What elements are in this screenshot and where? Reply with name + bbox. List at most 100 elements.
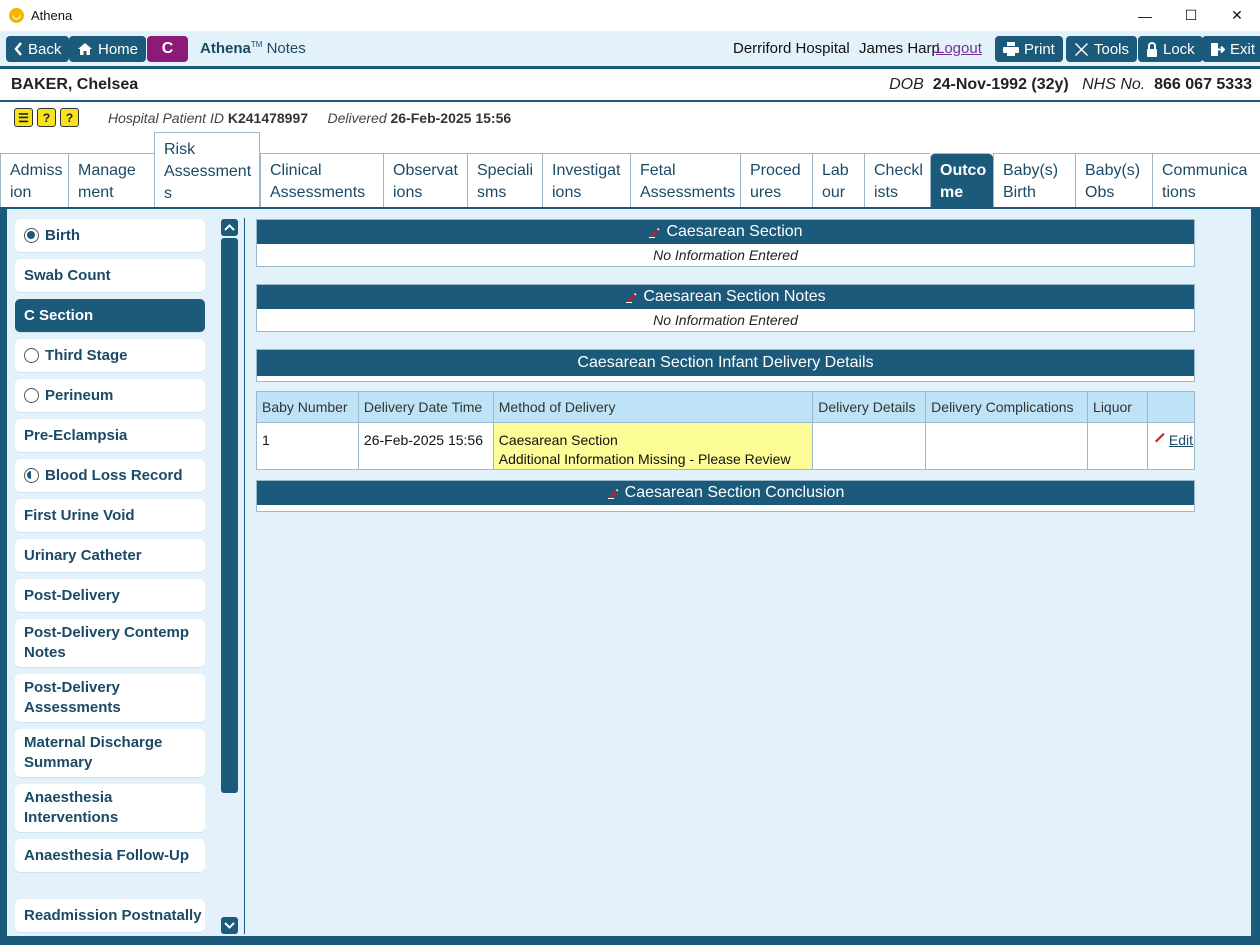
sidebar-item-label: Anaesthesia Interventions	[24, 789, 119, 826]
alert-question-icon[interactable]: ?	[37, 108, 56, 127]
tab-labour[interactable]: Lab our	[812, 153, 864, 208]
tab-label: Speciali	[477, 162, 534, 179]
alert-icons: ☰ ? ?	[14, 108, 79, 127]
sidebar-item-swab-count[interactable]: Swab Count	[15, 259, 205, 292]
tab-babys-birth[interactable]: Baby(s) Birth	[993, 153, 1075, 208]
c-badge-button[interactable]: C	[147, 36, 188, 62]
minimize-button[interactable]: —	[1122, 0, 1168, 31]
sidebar-item-c-section[interactable]: C Section	[15, 299, 205, 332]
close-window-button[interactable]: ✕	[1214, 0, 1260, 31]
tools-button[interactable]: Tools	[1066, 36, 1138, 62]
sidebar-item-readmission-postnatally[interactable]: Readmission Postnatally	[15, 899, 205, 932]
sidebar-item-label: Anaesthesia Follow-Up	[24, 846, 190, 864]
tab-label: Observat	[393, 162, 458, 179]
tab-label: s	[164, 185, 172, 202]
nhs-value: 866 067 5333	[1154, 76, 1252, 93]
sidebar-item-label: Swab Count	[24, 266, 111, 284]
home-label: Home	[98, 40, 139, 58]
sidebar-item-anaesthesia-interventions[interactable]: Anaesthesia Interventions	[15, 784, 205, 832]
tab-communications[interactable]: Communica tions	[1152, 153, 1260, 208]
method-warning: Additional Information Missing - Please …	[498, 451, 791, 467]
tab-label: Obs	[1085, 184, 1115, 201]
column-header: Delivery Date Time	[357, 391, 494, 423]
tab-admission[interactable]: Admiss ion	[0, 153, 68, 208]
tab-procedures[interactable]: Proced ures	[740, 153, 812, 208]
hospital-id-label: Hospital Patient ID	[108, 110, 224, 126]
print-button[interactable]: Print	[995, 36, 1063, 62]
tab-management[interactable]: Manage ment	[68, 153, 154, 208]
section-title: Caesarean Section	[666, 223, 803, 240]
home-button[interactable]: Home	[69, 36, 147, 62]
tab-investigations[interactable]: Investigat ions	[542, 153, 630, 208]
scroll-up-button[interactable]	[221, 219, 238, 236]
delivery-details-cell	[812, 422, 927, 470]
tab-risk-assessments[interactable]: Risk Assessment s	[154, 132, 260, 208]
print-label: Print	[1024, 40, 1055, 58]
sidebar-item-perineum[interactable]: Perineum	[15, 379, 205, 412]
section-header[interactable]: Caesarean Section	[257, 220, 1194, 244]
logout-link[interactable]: Logout	[936, 40, 982, 57]
tab-babys-obs[interactable]: Baby(s) Obs	[1075, 153, 1152, 208]
alert-question-icon[interactable]: ?	[60, 108, 79, 127]
section-header[interactable]: Caesarean Section Notes	[257, 285, 1194, 309]
section-header[interactable]: Caesarean Section Conclusion	[257, 481, 1194, 505]
tab-fetal-assessments[interactable]: Fetal Assessments	[630, 153, 740, 208]
tab-label: ions	[393, 184, 423, 201]
sidebar-item-post-delivery-assessments[interactable]: Post-Delivery Assessments	[15, 674, 205, 722]
brand-tm: TM	[250, 40, 263, 49]
delivery-complications-cell	[925, 422, 1089, 470]
sidebar-item-blood-loss-record[interactable]: Blood Loss Record	[15, 459, 205, 492]
tab-label: Assessments	[640, 184, 736, 201]
edit-link[interactable]: Edit	[1169, 432, 1193, 448]
tab-label: Assessments	[270, 184, 366, 201]
lock-button[interactable]: Lock	[1138, 36, 1203, 62]
tab-label: sms	[477, 184, 507, 201]
scroll-down-button[interactable]	[221, 917, 238, 934]
baby-number-cell: 1	[256, 422, 359, 470]
sidebar-item-label: Readmission Postnatally	[24, 906, 202, 924]
tab-specialisms[interactable]: Speciali sms	[467, 153, 542, 208]
caesarean-section-conclusion-panel: Caesarean Section Conclusion	[256, 480, 1195, 512]
sidebar-item-anaesthesia-follow-up[interactable]: Anaesthesia Follow-Up	[15, 839, 205, 872]
sidebar-item-maternal-discharge-summary[interactable]: Maternal Discharge Summary	[15, 729, 205, 777]
infant-delivery-table: Baby Number Delivery Date Time Method of…	[256, 391, 1195, 470]
edit-pencil-icon	[1155, 433, 1165, 443]
liquor-cell	[1087, 422, 1148, 470]
sidebar-item-post-delivery-contemp-notes[interactable]: Post-Delivery Contemp Notes	[15, 619, 205, 667]
status-empty-icon	[24, 388, 39, 403]
sidebar-item-label: Maternal Discharge Summary	[24, 734, 163, 771]
sidebar-item-third-stage[interactable]: Third Stage	[15, 339, 205, 372]
section-body: No Information Entered	[653, 247, 798, 263]
back-button[interactable]: Back	[6, 36, 70, 62]
alert-list-icon[interactable]: ☰	[14, 108, 33, 127]
section-title: Caesarean Section Infant Delivery Detail…	[577, 354, 874, 371]
tab-label: Checkl	[874, 162, 923, 179]
tab-label: Investigat	[552, 162, 621, 179]
sidebar-item-label: Birth	[45, 226, 80, 244]
tab-label: our	[822, 184, 846, 201]
tab-label: me	[940, 184, 964, 201]
tab-outcome[interactable]: Outco me	[930, 153, 993, 208]
status-empty-icon	[24, 348, 39, 363]
column-header: Liquor	[1087, 391, 1148, 423]
sidebar-item-first-urine-void[interactable]: First Urine Void	[15, 499, 205, 532]
sidebar-item-label: Post-Delivery Contemp Notes	[24, 624, 190, 661]
exit-button[interactable]: Exit	[1202, 36, 1260, 62]
sidebar-item-label: Pre-Eclampsia	[24, 426, 128, 444]
tab-observations[interactable]: Observat ions	[383, 153, 467, 208]
maximize-button[interactable]: ☐	[1168, 0, 1214, 31]
sidebar-item-post-delivery[interactable]: Post-Delivery	[15, 579, 205, 612]
user-name: James Harp	[859, 40, 940, 57]
sidebar-item-pre-eclampsia[interactable]: Pre-Eclampsia	[15, 419, 205, 452]
table-row: 1 26-Feb-2025 15:56 Caesarean Section Ad…	[256, 422, 1195, 470]
tab-clinical-assessments[interactable]: Clinical Assessments	[260, 153, 383, 208]
tools-label: Tools	[1094, 40, 1130, 58]
back-label: Back	[28, 40, 62, 58]
sidebar-item-birth[interactable]: Birth	[15, 219, 205, 252]
tab-checklists[interactable]: Checkl ists	[864, 153, 930, 208]
section-body: No Information Entered	[653, 312, 798, 328]
status-partial-icon	[24, 468, 39, 483]
scroll-thumb[interactable]	[221, 238, 238, 793]
sidebar-item-urinary-catheter[interactable]: Urinary Catheter	[15, 539, 205, 572]
tab-label: ions	[552, 184, 582, 201]
